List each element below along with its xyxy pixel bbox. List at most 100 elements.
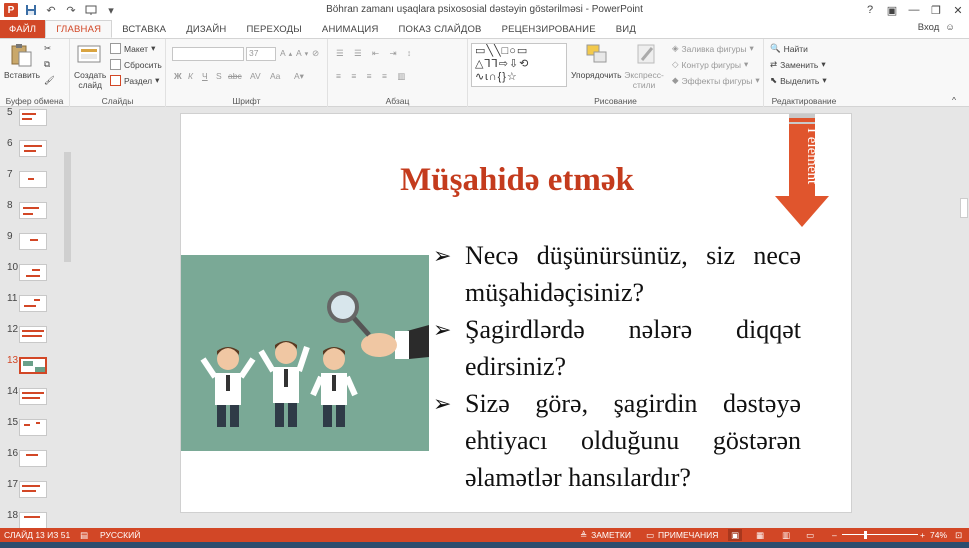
reset-button[interactable]: Сбросить: [110, 59, 162, 70]
replace-button[interactable]: ⇄ Заменить ▾: [770, 59, 826, 70]
slide-thumbnail[interactable]: 14: [0, 386, 62, 417]
shape-outline-button[interactable]: ◇ Контур фигуры ▾: [672, 59, 748, 70]
shape-outline-label: Контур фигуры: [681, 59, 741, 70]
arrange-icon[interactable]: [584, 42, 610, 68]
tab-home[interactable]: ГЛАВНАЯ: [45, 20, 113, 38]
zoom-in-button[interactable]: +: [920, 529, 925, 541]
sign-in[interactable]: Вход ☺: [918, 22, 955, 33]
new-slide-icon[interactable]: [76, 42, 102, 68]
thumbnail-scrollbar-thumb[interactable]: [64, 152, 71, 262]
select-icon: ⬉: [770, 75, 778, 85]
slide-scrollbar-thumb[interactable]: [960, 198, 968, 218]
ribbon-display-button[interactable]: ▣: [881, 0, 903, 20]
zoom-level[interactable]: 74%: [930, 529, 947, 541]
char-spacing-button[interactable]: AV: [250, 71, 261, 81]
font-color-icon[interactable]: A▾: [294, 71, 304, 82]
close-button[interactable]: ✕: [947, 0, 969, 20]
illustration-picture[interactable]: [181, 255, 429, 451]
language-indicator[interactable]: РУССКИЙ: [100, 529, 140, 541]
slide-sorter-icon[interactable]: ▦: [756, 529, 764, 541]
spellcheck-icon[interactable]: ▤: [80, 529, 88, 541]
slide-thumbnail[interactable]: 15: [0, 417, 62, 448]
slide-thumbnail[interactable]: 13: [0, 355, 62, 386]
find-button[interactable]: 🔍 Найти: [770, 43, 808, 54]
arrange-button[interactable]: Упорядочить: [571, 70, 622, 80]
tab-animation[interactable]: АНИМАЦИЯ: [312, 20, 389, 38]
fit-slide-icon[interactable]: ⊡: [955, 529, 962, 541]
change-case-button[interactable]: Aa: [270, 71, 280, 81]
section-button[interactable]: Раздел ▾: [110, 75, 159, 86]
slide-thumbnail[interactable]: 6: [0, 138, 62, 169]
collapse-ribbon-icon[interactable]: ^: [952, 95, 956, 105]
font-size-input[interactable]: 37: [246, 47, 276, 61]
tab-file[interactable]: ФАЙЛ: [0, 20, 46, 38]
slide-thumbnail[interactable]: 12: [0, 324, 62, 355]
tab-transitions[interactable]: ПЕРЕХОДЫ: [236, 20, 311, 38]
paste-icon[interactable]: [8, 42, 34, 68]
window-controls: ? ▣ — ❐ ✕: [859, 0, 969, 20]
powerpoint-logo-icon[interactable]: P: [4, 3, 18, 17]
zoom-out-button[interactable]: –: [832, 529, 837, 541]
slide-thumbnail[interactable]: 9: [0, 231, 62, 262]
minimize-button[interactable]: —: [903, 0, 925, 20]
shadow-button[interactable]: S: [216, 71, 222, 81]
quick-styles-button[interactable]: Экспресс-стили: [624, 70, 664, 90]
shrink-font-icon[interactable]: A ▾: [296, 48, 308, 58]
undo-icon[interactable]: ↶: [44, 3, 58, 17]
underline-button[interactable]: Ч: [202, 71, 208, 81]
comments-button[interactable]: ▭ ПРИМЕЧАНИЯ: [646, 529, 718, 541]
thumbnail-scrollbar[interactable]: [62, 108, 72, 528]
slide-thumbnail[interactable]: 10: [0, 262, 62, 293]
tab-insert[interactable]: ВСТАВКА: [112, 20, 176, 38]
help-button[interactable]: ?: [859, 0, 881, 20]
tab-view[interactable]: ВИД: [606, 20, 646, 38]
shapes-gallery[interactable]: ▭╲╲□○▭ △⅂⅂⇨⇩⟲ ∿ɩ∩{}☆: [471, 43, 567, 87]
bullet-list[interactable]: ➢ Necə düşünürsünüz, siz necə müşahidəçis…: [433, 237, 801, 496]
list-buttons-icon[interactable]: ☰ ☰ ⇤ ⇥ ↕: [336, 48, 415, 59]
slide-scrollbar[interactable]: [959, 108, 969, 528]
slide-thumbnail[interactable]: 18: [0, 510, 62, 528]
notes-button[interactable]: ≜ ЗАМЕТКИ: [580, 529, 631, 541]
quick-styles-icon[interactable]: [634, 42, 660, 68]
reading-view-icon[interactable]: ▥: [782, 529, 790, 541]
bold-button[interactable]: Ж: [174, 71, 182, 81]
customize-qat-icon[interactable]: ▾: [104, 3, 118, 17]
font-name-input[interactable]: [172, 47, 244, 61]
slideshow-view-icon[interactable]: ▭: [806, 529, 814, 541]
slide-thumbnail-preview: [19, 481, 47, 498]
select-button[interactable]: ⬉ Выделить ▾: [770, 75, 827, 86]
paste-button[interactable]: Вставить: [4, 70, 40, 80]
redo-icon[interactable]: ↷: [64, 3, 78, 17]
save-icon[interactable]: [24, 3, 38, 17]
new-slide-button[interactable]: Создать слайд: [74, 70, 106, 90]
shape-effects-button[interactable]: ◆ Эффекты фигуры ▾: [672, 75, 760, 86]
italic-button[interactable]: К: [188, 71, 193, 81]
clear-format-icon[interactable]: ⊘: [312, 48, 319, 59]
align-buttons-icon[interactable]: ≡ ≡ ≡ ≡ ▥: [336, 71, 409, 82]
shape-fill-button[interactable]: ◈ Заливка фигуры ▾: [672, 43, 754, 54]
shape-fill-label: Заливка фигуры: [681, 43, 747, 54]
slide-canvas[interactable]: I element Müşahidə etmək ➢ Necə düşünürs…: [180, 113, 852, 513]
zoom-slider-thumb[interactable]: [864, 531, 867, 539]
slide-title[interactable]: Müşahidə etmək: [181, 162, 853, 199]
format-painter-icon[interactable]: 🖌: [44, 75, 55, 86]
cut-icon[interactable]: ✂: [44, 43, 51, 54]
slide-thumbnail[interactable]: 11: [0, 293, 62, 324]
slide-thumbnail[interactable]: 17: [0, 479, 62, 510]
slide-thumbnail[interactable]: 7: [0, 169, 62, 200]
grow-font-icon[interactable]: A ▴: [280, 48, 292, 58]
tab-slideshow[interactable]: ПОКАЗ СЛАЙДОВ: [389, 20, 492, 38]
restore-button[interactable]: ❐: [925, 0, 947, 20]
tab-design[interactable]: ДИЗАЙН: [176, 20, 236, 38]
slide-thumbnail[interactable]: 8: [0, 200, 62, 231]
slide-thumbnail[interactable]: 5: [0, 108, 62, 138]
font-group-label: Шрифт: [232, 96, 261, 106]
strikethrough-button[interactable]: abc: [228, 71, 242, 81]
copy-icon[interactable]: ⧉: [44, 59, 50, 70]
normal-view-icon[interactable]: ▣: [728, 529, 743, 541]
layout-button[interactable]: Макет ▾: [110, 43, 155, 54]
slide-thumbnail[interactable]: 16: [0, 448, 62, 479]
zoom-slider[interactable]: [842, 534, 918, 535]
start-slideshow-icon[interactable]: [84, 3, 98, 17]
tab-review[interactable]: РЕЦЕНЗИРОВАНИЕ: [492, 20, 606, 38]
